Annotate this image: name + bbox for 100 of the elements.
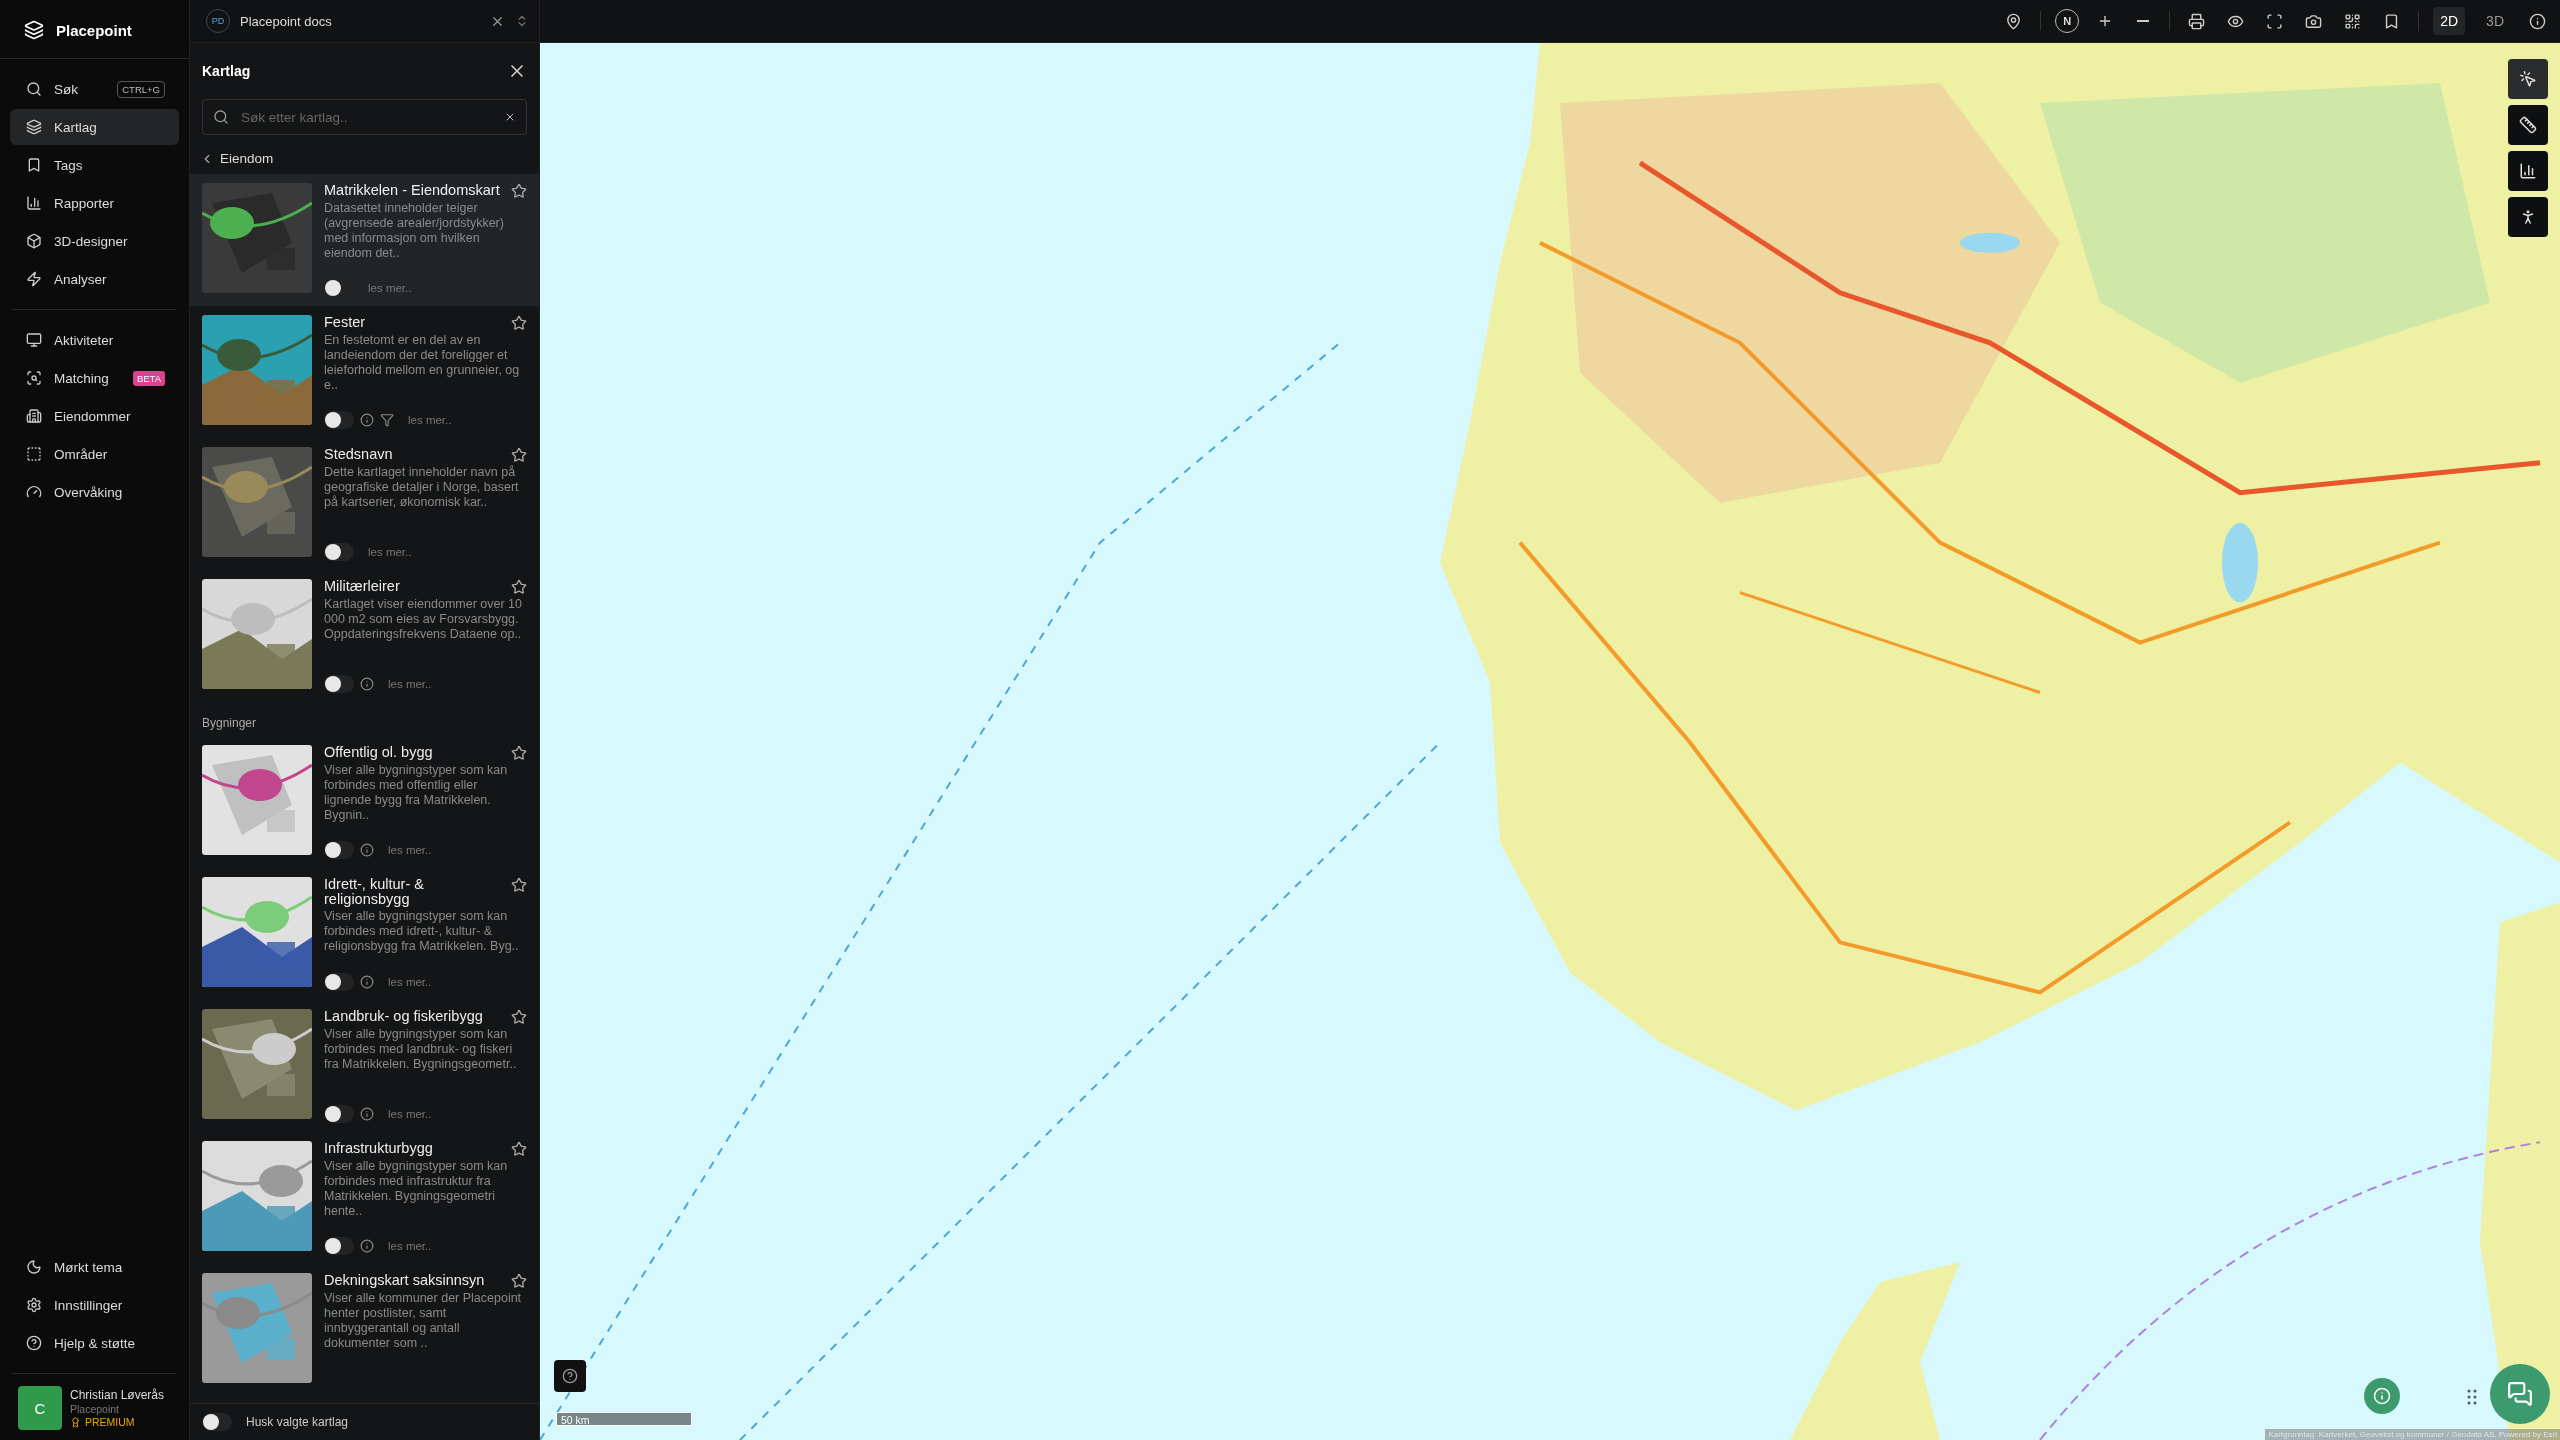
read-more-link[interactable]: les mer..: [368, 282, 412, 294]
layer-toggle[interactable]: [324, 543, 354, 561]
nav-icon: [26, 1335, 42, 1351]
layer-title: Idrett-, kultur- & religionsbygg: [324, 877, 425, 907]
read-more-link[interactable]: les mer..: [368, 546, 412, 558]
workspace-name[interactable]: Placepoint docs: [240, 13, 480, 29]
info-icon[interactable]: [360, 413, 374, 427]
layer-title: Offentlig ol. bygg: [324, 745, 434, 760]
select-tool-button[interactable]: [2508, 59, 2548, 99]
layer-toggle[interactable]: [324, 675, 354, 693]
user-avatar[interactable]: C: [18, 1386, 62, 1430]
view-tab[interactable]: 2D: [2433, 7, 2466, 35]
star-icon[interactable]: [511, 1009, 527, 1025]
layer-description: Viser alle bygningstyper som kan forbindes med infrastruktur fra Matrikkelen. Bygningsgeometri hente..: [324, 1159, 509, 1219]
drag-handle-icon[interactable]: [2466, 1388, 2478, 1406]
search-input[interactable]: Søk etter kartlag..: [239, 108, 494, 126]
layer-description: Viser alle bygningstyper som kan forbindes med offentlig eller lignende bygg fra Matrikkelen. Bygnin..: [324, 763, 509, 823]
walk-timer-button[interactable]: [2508, 197, 2548, 237]
nav-item[interactable]: Tags: [10, 147, 179, 183]
layer-item[interactable]: Matrikkelen - Eiendomskart Datasettet inneholder teiger (avgrensede arealer/jordstykker) med informasjon om hvilken eiendom det.. les mer..: [190, 174, 539, 306]
nav-item[interactable]: Søk CTRL+G: [10, 71, 179, 107]
layer-title: Stedsnavn: [324, 447, 394, 462]
chart-button[interactable]: [2508, 151, 2548, 191]
nav-item[interactable]: Mørkt tema: [10, 1249, 179, 1285]
read-more-link[interactable]: les mer..: [388, 844, 432, 856]
layer-title: Fester: [324, 315, 367, 330]
read-more-link[interactable]: les mer..: [388, 976, 432, 988]
search-icon: [213, 109, 229, 125]
grid-icon: [2344, 12, 2362, 30]
nav-item[interactable]: Aktiviteter: [10, 322, 179, 358]
info-icon[interactable]: [360, 1239, 374, 1253]
info-icon[interactable]: [360, 843, 374, 857]
layer-toggle[interactable]: [324, 841, 354, 859]
nav-icon: [26, 119, 42, 135]
layer-toggle[interactable]: [324, 1105, 354, 1123]
nav-icon: [26, 408, 42, 424]
star-icon[interactable]: [511, 1273, 527, 1289]
nav-item[interactable]: Innstillinger: [10, 1287, 179, 1323]
star-icon[interactable]: [511, 877, 527, 893]
layer-title: Matrikkelen - Eiendomskart: [324, 183, 501, 198]
beta-badge: BETA: [132, 370, 165, 386]
info-icon[interactable]: [360, 975, 374, 989]
shortcut-hint: CTRL+G: [117, 80, 165, 98]
clear-icon[interactable]: [504, 111, 516, 123]
help-button[interactable]: [554, 1360, 586, 1392]
nav-item[interactable]: Rapporter: [10, 185, 179, 221]
info-icon[interactable]: [360, 677, 374, 691]
layer-description: Datasettet inneholder teiger (avgrensede arealer/jordstykker) med informasjon om hvilken eiendom det..: [324, 201, 505, 261]
filter-icon[interactable]: [380, 413, 394, 427]
nav-icon: [26, 81, 42, 97]
star-icon[interactable]: [511, 579, 527, 595]
nav-item[interactable]: Eiendommer: [10, 398, 179, 434]
star-icon[interactable]: [511, 1141, 527, 1157]
nav-icon: [26, 195, 42, 211]
nav-item[interactable]: Analyser: [10, 261, 179, 297]
layer-title: Militærleirer: [324, 579, 401, 594]
info-icon[interactable]: [360, 1107, 374, 1121]
layer-description: Kartlaget viser eiendommer over 10 000 m2 som eies av Forsvarsbygg. Oppdateringsfrekvens Dataene op..: [324, 597, 523, 642]
star-icon[interactable]: [511, 447, 527, 463]
back-link[interactable]: Eiendom: [190, 143, 539, 174]
layer-description: Viser alle bygningstyper som kan forbindes med landbruk- og fiskeri fra Matrikkelen. Bygningsgeometr..: [324, 1027, 518, 1072]
nav-icon: [26, 1259, 42, 1275]
read-more-link[interactable]: les mer..: [408, 414, 452, 426]
nav-item[interactable]: Kartlag: [10, 109, 179, 145]
remember-toggle[interactable]: [202, 1413, 232, 1431]
measure-button[interactable]: [2508, 105, 2548, 145]
layer-description: Dette kartlaget inneholder navn på geografiske detaljer i Norge, basert på kartserier, økonomisk kar..: [324, 465, 520, 510]
nav-icon: [26, 446, 42, 462]
nav-item[interactable]: Hjelp & støtte: [10, 1325, 179, 1361]
pin-icon: [2005, 12, 2023, 30]
nav-item[interactable]: Overvåking: [10, 474, 179, 510]
star-icon[interactable]: [511, 183, 527, 199]
read-more-link[interactable]: les mer..: [388, 1108, 432, 1120]
scale-bar: 50 km: [556, 1412, 692, 1426]
pointer-icon: [2519, 70, 2537, 88]
layer-toggle[interactable]: [324, 973, 354, 991]
search-field[interactable]: Søk etter kartlag..: [202, 99, 527, 135]
info-icon: [2373, 1387, 2391, 1405]
read-more-link[interactable]: les mer..: [388, 678, 432, 690]
award-icon: [70, 1416, 81, 1428]
fullscreen-icon: [2266, 12, 2284, 30]
view-tab[interactable]: 3D: [2479, 7, 2511, 35]
nav-item[interactable]: 3D-designer: [10, 223, 179, 259]
help-icon: [562, 1368, 578, 1384]
star-icon[interactable]: [511, 315, 527, 331]
plan-label: PREMIUM: [85, 1416, 135, 1428]
panel-title: Kartlag: [202, 63, 251, 79]
nav-icon: [26, 484, 42, 500]
nav-item[interactable]: Matching BETA: [10, 360, 179, 396]
chat-icon: [2507, 1381, 2533, 1407]
nav-icon: [26, 370, 42, 386]
minus-icon: [2137, 20, 2150, 22]
read-more-link[interactable]: les mer..: [388, 1240, 432, 1252]
layer-title: Landbruk- og fiskeribygg: [324, 1009, 484, 1024]
star-icon[interactable]: [511, 745, 527, 761]
section-heading: Bygninger: [201, 715, 258, 732]
nav-item[interactable]: Områder: [10, 436, 179, 472]
layer-toggle[interactable]: [324, 1237, 354, 1255]
layer-toggle[interactable]: [324, 411, 354, 429]
nav-icon: [26, 157, 42, 173]
